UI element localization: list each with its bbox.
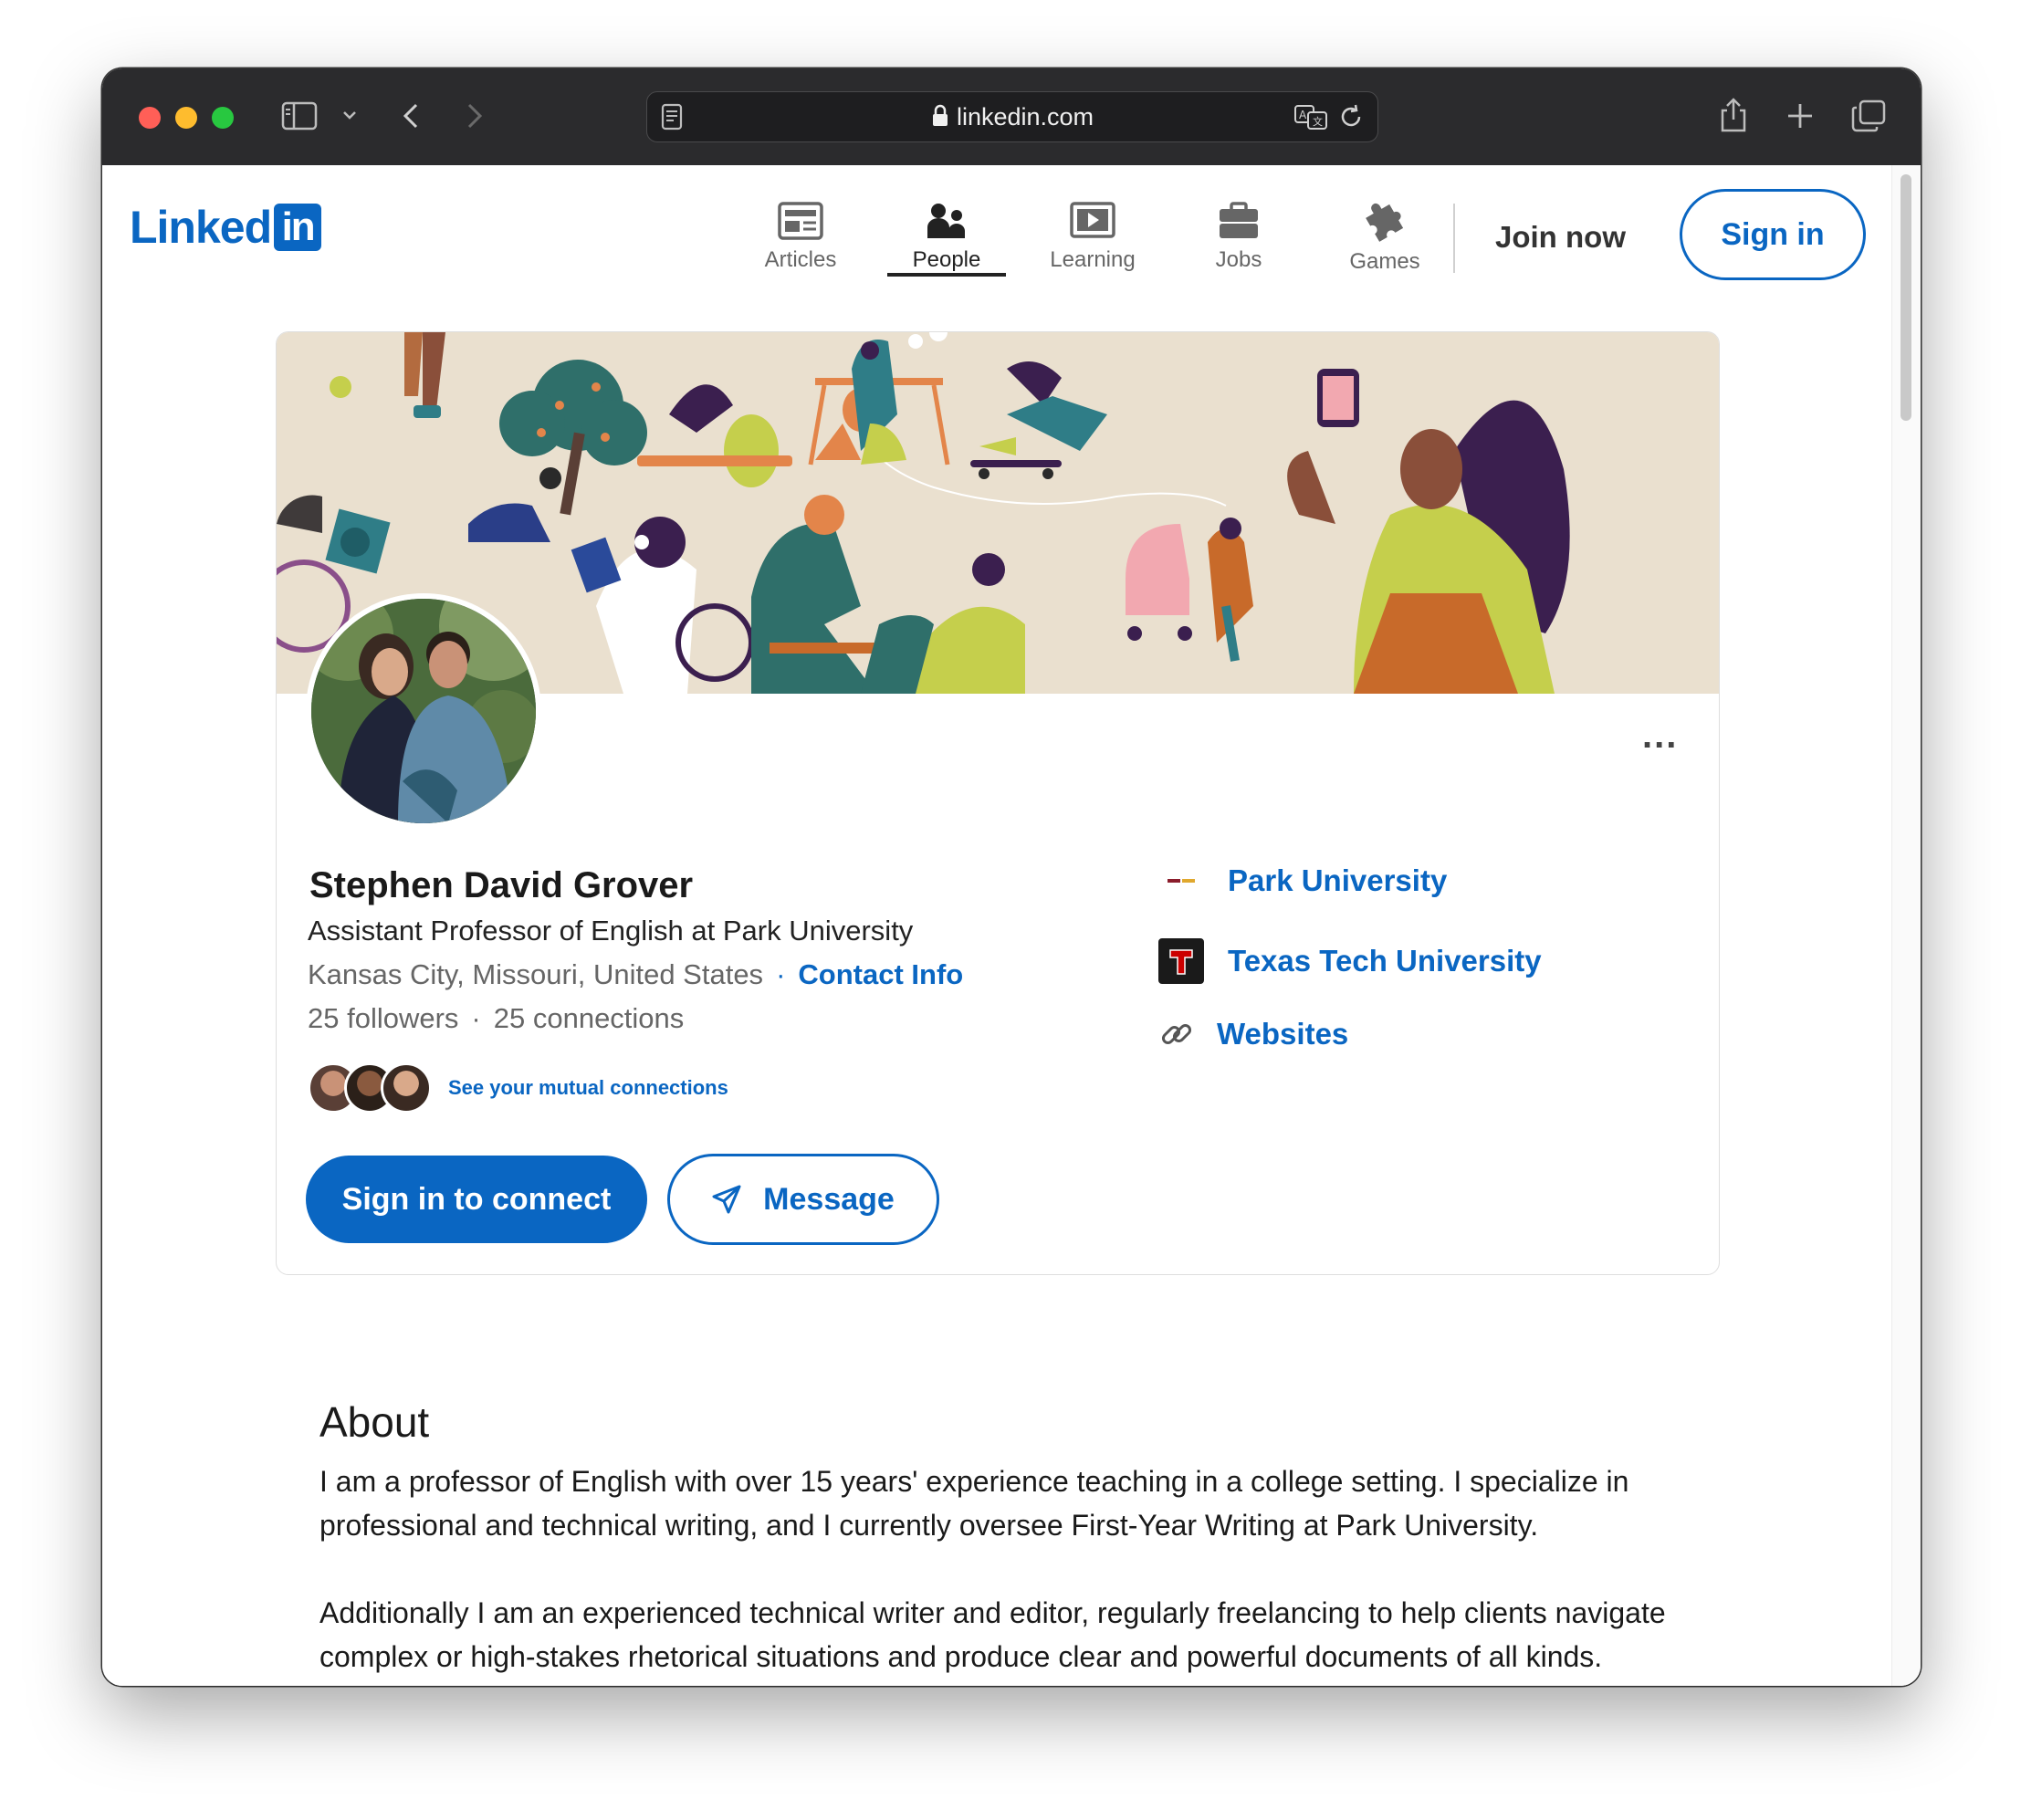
nav-label: Games	[1349, 249, 1420, 274]
profile-location-row: Kansas City, Missouri, United States · Con…	[308, 958, 963, 991]
education-label: Texas Tech University	[1228, 944, 1542, 978]
address-bar[interactable]: linkedin.com A文	[646, 91, 1378, 142]
about-paragraph: I am a professor of English with over 15…	[319, 1465, 1629, 1542]
websites-label: Websites	[1217, 1017, 1349, 1051]
nav-jobs[interactable]: Jobs	[1179, 191, 1298, 273]
jobs-icon	[1220, 202, 1258, 238]
nav-learning[interactable]: Learning	[1033, 191, 1152, 273]
profile-stats: 25 followers · 25 connections	[308, 1002, 684, 1035]
nav-label: Learning	[1050, 247, 1136, 272]
profile-name: Stephen David Grover	[309, 865, 694, 905]
link-icon	[1158, 1011, 1195, 1057]
nav-label: Jobs	[1215, 247, 1262, 272]
sign-in-to-connect-button[interactable]: Sign in to connect	[306, 1156, 647, 1243]
logo-in-box: in	[274, 204, 322, 251]
park-university-logo	[1158, 858, 1204, 904]
translate-icon[interactable]: A文	[1293, 103, 1328, 135]
nav-divider	[1453, 204, 1455, 273]
texas-tech-logo	[1158, 938, 1204, 984]
svg-text:文: 文	[1313, 115, 1323, 128]
nav-articles[interactable]: Articles	[741, 191, 860, 273]
nav-games[interactable]: Games	[1325, 191, 1444, 274]
learning-icon	[1070, 202, 1115, 238]
chevron-down-icon[interactable]	[341, 107, 358, 128]
mutual-avatar	[381, 1062, 432, 1114]
sign-in-button[interactable]: Sign in	[1680, 189, 1866, 280]
url-field[interactable]: linkedin.com	[647, 103, 1377, 134]
education-link-park[interactable]: Park University	[1158, 858, 1447, 904]
join-now-link[interactable]: Join now	[1495, 220, 1626, 255]
about-paragraph: Additionally I am an experienced technic…	[319, 1596, 1666, 1673]
separator-dot: ·	[776, 958, 786, 990]
scrollbar-thumb[interactable]	[1901, 174, 1911, 421]
nav-label: People	[912, 247, 981, 272]
browser-toolbar: linkedin.com A文	[102, 68, 1921, 165]
websites-link[interactable]: Websites	[1158, 1011, 1348, 1057]
nav-people[interactable]: People	[887, 191, 1006, 277]
sidebar-toggle-icon[interactable]	[281, 101, 318, 135]
tab-overview-icon[interactable]	[1851, 99, 1886, 137]
about-heading: About	[319, 1398, 430, 1446]
education-label: Park University	[1228, 863, 1448, 897]
browser-window: linkedin.com A文 Linked in Articles Peopl…	[102, 68, 1921, 1686]
url-text: linkedin.com	[956, 103, 1094, 131]
profile-location: Kansas City, Missouri, United States	[308, 958, 764, 990]
nav-label: Articles	[764, 247, 837, 272]
reload-icon[interactable]	[1337, 103, 1365, 135]
lock-icon	[931, 104, 949, 134]
more-options-label: ...	[1642, 716, 1679, 756]
forward-icon[interactable]	[464, 101, 486, 135]
send-icon	[712, 1185, 741, 1214]
new-tab-icon[interactable]	[1785, 101, 1815, 135]
zoom-window-button[interactable]	[212, 107, 234, 129]
logo-wordmark: Linked	[130, 202, 272, 253]
web-page: Linked in Articles People Learning Jobs	[102, 165, 1921, 1686]
articles-icon	[778, 202, 823, 240]
mutual-connections-row[interactable]: See your mutual connections	[308, 1059, 728, 1117]
connections-count: 25 connections	[493, 1002, 685, 1034]
back-icon[interactable]	[400, 101, 422, 135]
close-window-button[interactable]	[139, 107, 161, 129]
education-link-texas-tech[interactable]: Texas Tech University	[1158, 938, 1542, 984]
share-icon[interactable]	[1718, 96, 1749, 139]
profile-photo[interactable]	[306, 593, 541, 829]
separator-dot: ·	[471, 1002, 481, 1034]
svg-text:A: A	[1299, 109, 1307, 121]
message-button[interactable]: Message	[667, 1154, 939, 1245]
linkedin-logo[interactable]: Linked in	[130, 202, 322, 253]
people-icon	[927, 204, 965, 238]
mutual-connections-link[interactable]: See your mutual connections	[448, 1076, 728, 1100]
followers-count: 25 followers	[308, 1002, 459, 1034]
more-options-button[interactable]: ...	[1642, 716, 1678, 757]
minimize-window-button[interactable]	[175, 107, 197, 129]
profile-headline: Assistant Professor of English at Park U…	[308, 915, 914, 947]
profile-card: ... Stephen David Grover Assistant Profe…	[276, 331, 1720, 1275]
message-button-label: Message	[763, 1181, 895, 1217]
contact-info-link[interactable]: Contact Info	[798, 958, 963, 990]
games-icon	[1366, 203, 1404, 242]
